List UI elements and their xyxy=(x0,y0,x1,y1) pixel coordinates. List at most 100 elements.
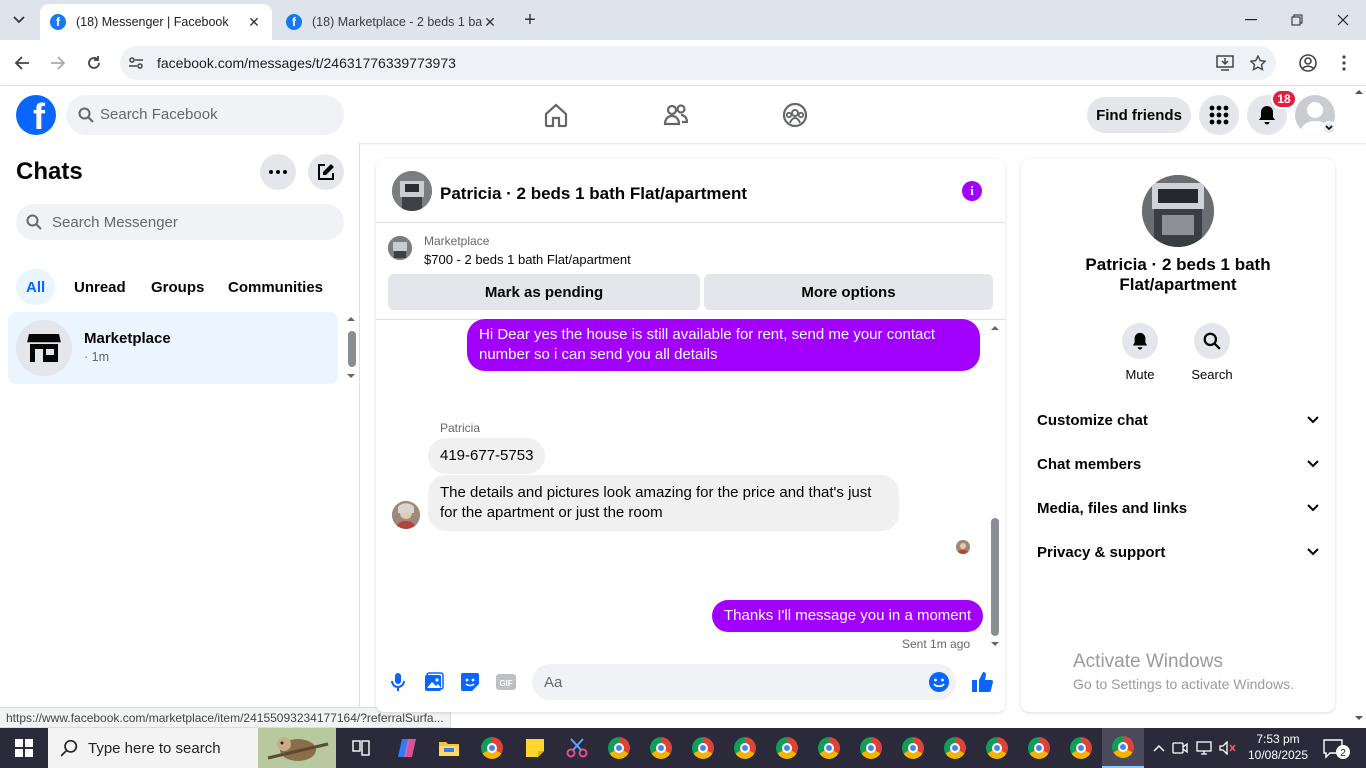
scrollbar-thumb[interactable] xyxy=(991,518,999,636)
chrome-profile-icon[interactable] xyxy=(892,728,934,768)
mute-label: Mute xyxy=(1125,367,1155,382)
meet-now-icon[interactable] xyxy=(1168,741,1192,755)
chrome-profile-icon[interactable] xyxy=(976,728,1018,768)
grid-icon xyxy=(1209,105,1229,125)
start-button[interactable] xyxy=(0,728,48,768)
conversation-title[interactable]: Patricia · 2 beds 1 bath Flat/apartment xyxy=(440,184,747,204)
sticky-notes-icon[interactable] xyxy=(514,728,556,768)
info-icon[interactable]: i xyxy=(962,181,982,201)
privacy-support-section[interactable]: Privacy & support xyxy=(1037,540,1319,564)
gif-icon[interactable]: GIF xyxy=(494,670,518,694)
browser-menu-icon[interactable] xyxy=(1332,51,1356,75)
listing-title[interactable]: $700 - 2 beds 1 bath Flat/apartment xyxy=(424,252,631,267)
facebook-search-input[interactable]: Search Facebook xyxy=(66,95,344,135)
customize-chat-section[interactable]: Customize chat xyxy=(1037,408,1319,432)
chat-options-button[interactable] xyxy=(260,154,296,190)
network-icon[interactable] xyxy=(1192,741,1216,755)
chrome-profile-icon[interactable] xyxy=(934,728,976,768)
new-tab-button[interactable]: + xyxy=(520,9,540,31)
file-explorer-icon[interactable] xyxy=(428,728,470,768)
address-bar[interactable]: facebook.com/messages/t/2463177633977397… xyxy=(120,46,1276,80)
groups-icon[interactable] xyxy=(781,101,809,129)
outgoing-message[interactable]: Thanks I'll message you in a moment xyxy=(712,600,984,632)
system-clock[interactable]: 7:53 pm 10/08/2025 xyxy=(1243,731,1313,763)
copilot-icon[interactable] xyxy=(386,728,428,768)
install-app-icon[interactable] xyxy=(1216,55,1236,73)
tab-messenger[interactable]: f (18) Messenger | Facebook ✕ xyxy=(40,4,272,40)
incoming-message[interactable]: 419-677-5753 xyxy=(428,438,546,474)
chrome-profile-icon[interactable] xyxy=(808,728,850,768)
find-friends-button[interactable]: Find friends xyxy=(1087,97,1191,133)
photo-icon[interactable] xyxy=(422,670,446,694)
filter-all[interactable]: All xyxy=(16,269,56,305)
bookmark-star-icon[interactable] xyxy=(1250,55,1270,73)
reload-button[interactable] xyxy=(82,51,106,75)
sticker-icon[interactable] xyxy=(458,670,482,694)
search-conversation-button[interactable]: Search xyxy=(1182,323,1242,382)
menu-grid-button[interactable] xyxy=(1199,95,1239,135)
listing-photo[interactable] xyxy=(1142,175,1214,247)
tab-marketplace[interactable]: f (18) Marketplace - 2 beds 1 bat ✕ xyxy=(276,4,508,40)
conversation-scrollbar[interactable] xyxy=(988,324,1002,648)
mute-button[interactable]: Mute xyxy=(1110,323,1170,382)
microphone-icon[interactable] xyxy=(386,670,410,694)
tab-title: (18) Marketplace - 2 beds 1 bat xyxy=(312,15,482,29)
back-button[interactable] xyxy=(10,51,34,75)
system-tray xyxy=(1150,728,1240,768)
messenger-search-input[interactable]: Search Messenger xyxy=(16,204,344,240)
task-view-icon[interactable] xyxy=(340,728,382,768)
more-options-button[interactable]: More options xyxy=(704,274,993,310)
chrome-profile-icon[interactable] xyxy=(766,728,808,768)
show-hidden-icons-chevron-icon[interactable] xyxy=(1150,744,1168,752)
emoji-icon[interactable] xyxy=(928,671,950,693)
minimize-button[interactable] xyxy=(1228,6,1274,34)
facebook-logo-icon[interactable]: f xyxy=(16,95,56,135)
facebook-favicon-icon: f xyxy=(286,14,302,30)
chrome-profile-icon[interactable] xyxy=(598,728,640,768)
like-thumb-icon[interactable] xyxy=(970,670,994,694)
filter-unread[interactable]: Unread xyxy=(64,269,136,305)
listing-thumbnail[interactable] xyxy=(392,171,432,211)
seen-avatar xyxy=(956,540,970,554)
taskbar-search-box[interactable]: Type here to search xyxy=(48,728,336,768)
tab-search-button[interactable] xyxy=(6,8,32,32)
chrome-profile-icon[interactable] xyxy=(724,728,766,768)
home-icon[interactable] xyxy=(542,101,570,129)
chats-title: Chats xyxy=(16,158,83,185)
site-info-icon[interactable] xyxy=(128,55,144,71)
chat-members-section[interactable]: Chat members xyxy=(1037,452,1319,476)
chrome-profile-icon[interactable] xyxy=(1018,728,1060,768)
volume-muted-icon[interactable] xyxy=(1216,741,1240,755)
filter-communities[interactable]: Communities xyxy=(218,269,333,305)
close-tab-icon[interactable]: ✕ xyxy=(482,14,498,30)
snipping-tool-icon[interactable] xyxy=(556,728,598,768)
restore-button[interactable] xyxy=(1274,6,1320,34)
incoming-message[interactable]: The details and pictures look amazing fo… xyxy=(428,475,899,531)
page-scrollbar[interactable] xyxy=(1352,88,1366,728)
forward-button[interactable] xyxy=(46,51,70,75)
chrome-profile-icon[interactable] xyxy=(1060,728,1102,768)
chrome-icon[interactable] xyxy=(471,728,513,768)
outgoing-message[interactable]: Hi Dear yes the house is still available… xyxy=(467,319,980,371)
new-message-button[interactable] xyxy=(308,154,344,190)
search-icon xyxy=(78,107,94,123)
mark-as-pending-button[interactable]: Mark as pending xyxy=(388,274,700,310)
chevron-down-icon[interactable] xyxy=(1322,121,1336,135)
media-files-links-section[interactable]: Media, files and links xyxy=(1037,496,1319,520)
profile-icon[interactable] xyxy=(1296,51,1320,75)
chrome-profile-icon[interactable] xyxy=(640,728,682,768)
close-window-button[interactable] xyxy=(1320,6,1366,34)
chat-list-scrollbar[interactable] xyxy=(346,315,356,379)
chrome-profile-icon[interactable] xyxy=(682,728,724,768)
sender-avatar[interactable] xyxy=(392,501,420,529)
chrome-active-window-icon[interactable] xyxy=(1102,728,1144,768)
chat-list-item-marketplace[interactable]: Marketplace · 1m xyxy=(8,312,338,384)
close-tab-icon[interactable]: ✕ xyxy=(246,14,262,30)
friends-icon[interactable] xyxy=(662,101,690,129)
search-label: Search xyxy=(1191,367,1233,382)
filter-groups[interactable]: Groups xyxy=(141,269,214,305)
message-input[interactable]: Aa xyxy=(532,664,956,700)
chrome-profile-icon[interactable] xyxy=(850,728,892,768)
notification-center-icon[interactable]: 2 xyxy=(1322,738,1350,760)
scrollbar-thumb[interactable] xyxy=(348,331,356,367)
